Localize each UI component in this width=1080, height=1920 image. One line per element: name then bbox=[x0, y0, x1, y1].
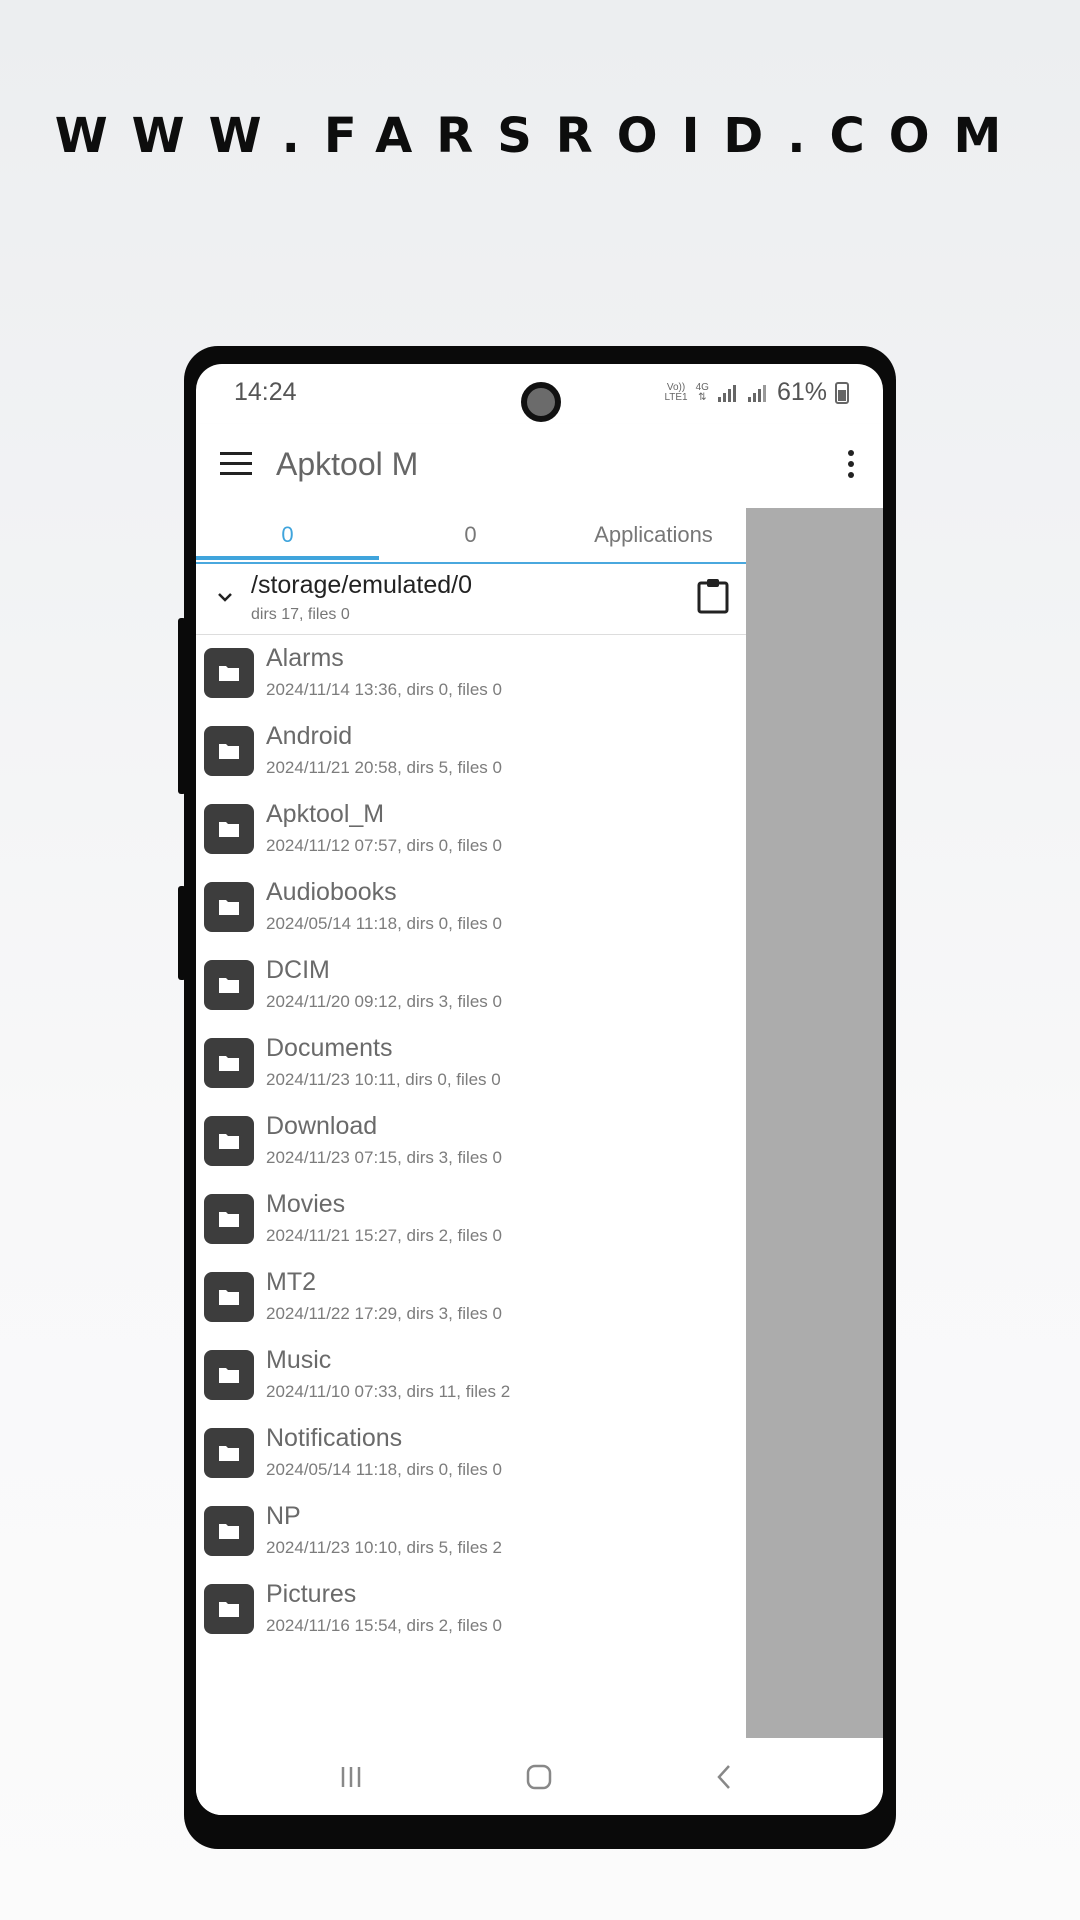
folder-icon bbox=[204, 1038, 254, 1088]
volte-indicator: Vo)) LTE1 bbox=[664, 381, 688, 403]
folder-icon bbox=[204, 1584, 254, 1634]
folder-name: Pictures bbox=[266, 1580, 357, 1608]
folder-name: DCIM bbox=[266, 956, 330, 984]
phone-screen: 14:24 Vo)) LTE1 4G ⇅ 61% Apktool M 0 0 A… bbox=[196, 364, 883, 1815]
folder-icon bbox=[204, 1506, 254, 1556]
path-bar: /storage/emulated/0 dirs 17, files 0 bbox=[196, 564, 746, 635]
active-tab-indicator bbox=[196, 556, 379, 560]
folder-meta: 2024/11/20 09:12, dirs 3, files 0 bbox=[266, 992, 502, 1011]
network-type: 4G ⇅ bbox=[695, 381, 709, 403]
folder-meta: 2024/11/23 10:10, dirs 5, files 2 bbox=[266, 1538, 502, 1557]
folder-icon bbox=[204, 726, 254, 776]
signal-icon bbox=[717, 384, 736, 402]
current-path: /storage/emulated/0 bbox=[251, 571, 472, 599]
battery-percent: 61% bbox=[776, 378, 827, 406]
folder-meta: 2024/11/21 15:27, dirs 2, files 0 bbox=[266, 1226, 502, 1245]
battery-icon bbox=[835, 381, 849, 404]
folder-row[interactable]: Movies 2024/11/21 15:27, dirs 2, files 0 bbox=[196, 1184, 746, 1262]
folder-meta: 2024/05/14 11:18, dirs 0, files 0 bbox=[266, 914, 502, 933]
back-icon[interactable] bbox=[708, 1760, 742, 1794]
folder-meta: 2024/11/12 07:57, dirs 0, files 0 bbox=[266, 836, 502, 855]
folder-row[interactable]: MT2 2024/11/22 17:29, dirs 3, files 0 bbox=[196, 1262, 746, 1340]
front-camera bbox=[521, 382, 561, 422]
folder-meta: 2024/11/10 07:33, dirs 11, files 2 bbox=[266, 1382, 511, 1401]
folder-name: NP bbox=[266, 1502, 301, 1530]
folder-name: Apktool_M bbox=[266, 800, 385, 828]
app-bar: Apktool M bbox=[196, 424, 883, 508]
folder-name: Android bbox=[266, 722, 353, 750]
folder-name: Notifications bbox=[266, 1424, 403, 1452]
folder-name: Movies bbox=[266, 1190, 346, 1218]
folder-meta: 2024/11/22 17:29, dirs 3, files 0 bbox=[266, 1304, 502, 1323]
tab-storage-2[interactable]: 0 bbox=[379, 522, 562, 548]
folder-name: Music bbox=[266, 1346, 332, 1374]
folder-meta: 2024/11/16 15:54, dirs 2, files 0 bbox=[266, 1616, 502, 1635]
file-browser-panel: 0 0 Applications /storage/emulated/0 dir… bbox=[196, 508, 746, 1815]
system-nav-bar bbox=[196, 1738, 883, 1815]
tab-bar: 0 0 Applications bbox=[196, 508, 746, 564]
folder-row[interactable]: Alarms 2024/11/14 13:36, dirs 0, files 0 bbox=[196, 638, 746, 716]
status-bar: 14:24 Vo)) LTE1 4G ⇅ 61% bbox=[196, 364, 883, 424]
folder-meta: 2024/11/21 20:58, dirs 5, files 0 bbox=[266, 758, 502, 777]
recents-icon[interactable] bbox=[334, 1760, 368, 1794]
folder-name: Audiobooks bbox=[266, 878, 397, 906]
folder-row[interactable]: DCIM 2024/11/20 09:12, dirs 3, files 0 bbox=[196, 950, 746, 1028]
folder-meta: 2024/11/23 07:15, dirs 3, files 0 bbox=[266, 1148, 502, 1167]
more-options-icon[interactable] bbox=[847, 450, 855, 482]
chevron-down-icon[interactable] bbox=[214, 586, 236, 608]
folder-icon bbox=[204, 1350, 254, 1400]
folder-row[interactable]: Apktool_M 2024/11/12 07:57, dirs 0, files… bbox=[196, 794, 746, 872]
folder-icon bbox=[204, 1272, 254, 1322]
folder-row[interactable]: Android 2024/11/21 20:58, dirs 5, files 0 bbox=[196, 716, 746, 794]
folder-row[interactable]: Notifications 2024/05/14 11:18, dirs 0, f… bbox=[196, 1418, 746, 1496]
folder-name: Alarms bbox=[266, 644, 344, 672]
folder-icon bbox=[204, 804, 254, 854]
folder-list: Alarms 2024/11/14 13:36, dirs 0, files 0A… bbox=[196, 638, 746, 1652]
folder-row[interactable]: Pictures 2024/11/16 15:54, dirs 2, files … bbox=[196, 1574, 746, 1652]
tab-storage-1[interactable]: 0 bbox=[196, 522, 379, 548]
folder-icon bbox=[204, 960, 254, 1010]
folder-icon bbox=[204, 1116, 254, 1166]
watermark-banner: WWW.FARSROID.COM bbox=[54, 108, 1026, 164]
hamburger-menu-icon[interactable] bbox=[220, 452, 252, 476]
folder-icon bbox=[204, 1194, 254, 1244]
status-icons: Vo)) LTE1 4G ⇅ 61% bbox=[664, 378, 849, 407]
folder-icon bbox=[204, 648, 254, 698]
signal-icon-sim2 bbox=[747, 384, 766, 402]
folder-icon bbox=[204, 882, 254, 932]
folder-icon bbox=[204, 1428, 254, 1478]
folder-name: Documents bbox=[266, 1034, 393, 1062]
folder-meta: 2024/05/14 11:18, dirs 0, files 0 bbox=[266, 1460, 502, 1479]
folder-name: MT2 bbox=[266, 1268, 316, 1296]
tab-applications[interactable]: Applications bbox=[562, 522, 745, 548]
folder-row[interactable]: NP 2024/11/23 10:10, dirs 5, files 2 bbox=[196, 1496, 746, 1574]
folder-meta: 2024/11/23 10:11, dirs 0, files 0 bbox=[266, 1070, 501, 1089]
path-summary: dirs 17, files 0 bbox=[251, 606, 350, 623]
home-icon[interactable] bbox=[522, 1760, 556, 1794]
status-time: 14:24 bbox=[234, 378, 297, 406]
folder-row[interactable]: Documents 2024/11/23 10:11, dirs 0, files… bbox=[196, 1028, 746, 1106]
folder-row[interactable]: Music 2024/11/10 07:33, dirs 11, files 2 bbox=[196, 1340, 746, 1418]
app-title: Apktool M bbox=[276, 446, 419, 482]
drawer-scrim[interactable] bbox=[746, 508, 883, 1738]
folder-meta: 2024/11/14 13:36, dirs 0, files 0 bbox=[266, 680, 502, 699]
folder-row[interactable]: Audiobooks 2024/05/14 11:18, dirs 0, file… bbox=[196, 872, 746, 950]
folder-name: Download bbox=[266, 1112, 378, 1140]
folder-row[interactable]: Download 2024/11/23 07:15, dirs 3, files … bbox=[196, 1106, 746, 1184]
clipboard-icon[interactable] bbox=[696, 578, 730, 614]
